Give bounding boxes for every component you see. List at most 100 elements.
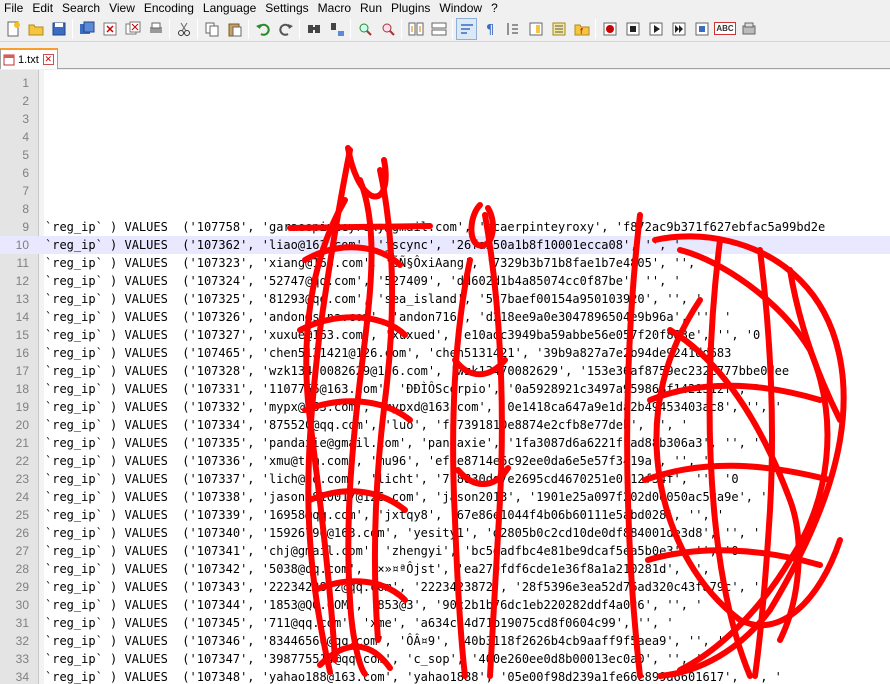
cut-button[interactable] [173,18,194,40]
editor-line[interactable]: 18 `reg_ip` ) VALUES ('107331', '1107756@… [0,380,890,398]
launch-button[interactable] [738,18,759,40]
line-text[interactable]: `reg_ip` ) VALUES ('107335', 'pandaxie@g… [45,434,760,452]
editor-line[interactable]: 34 `reg_ip` ) VALUES ('107348', 'yahao188… [0,668,890,684]
folder-workspace-button[interactable]: f [571,18,592,40]
find-button[interactable] [303,18,324,40]
editor-line[interactable]: 29 `reg_ip` ) VALUES ('107343', '22234238… [0,578,890,596]
line-text[interactable]: `reg_ip` ) VALUES ('107337', 'lich@qq.co… [45,470,739,488]
editor-line[interactable]: 10 `reg_ip` ) VALUES ('107362', 'liao@163… [0,236,890,254]
print-button[interactable] [145,18,166,40]
editor-line[interactable]: 20 `reg_ip` ) VALUES ('107334', '875520@q… [0,416,890,434]
line-text[interactable]: `reg_ip` ) VALUES ('107331', '1107756@16… [45,380,760,398]
line-text[interactable]: `reg_ip` ) VALUES ('107347', '398775514@… [45,650,702,668]
line-text[interactable]: `reg_ip` ) VALUES ('107332', 'mypx@163.c… [45,398,782,416]
editor-line[interactable]: 33 `reg_ip` ) VALUES ('107347', '39877551… [0,650,890,668]
word-wrap-button[interactable] [456,17,477,40]
copy-button[interactable] [201,18,222,40]
line-text[interactable]: `reg_ip` ) VALUES ('107325', '81293@qq.c… [45,290,702,308]
menu-macro[interactable]: Macro [314,1,356,16]
editor-line[interactable]: 28 `reg_ip` ) VALUES ('107342', '5038@qq.… [0,560,890,578]
zoom-in-button[interactable] [354,18,375,40]
line-text[interactable]: `reg_ip` ) VALUES ('107324', '52747@qq.c… [45,272,681,290]
replace-button[interactable] [326,18,347,40]
menu-plugins[interactable]: Plugins [387,1,435,16]
editor-line[interactable]: 14 `reg_ip` ) VALUES ('107326', 'andon@si… [0,308,890,326]
editor-line[interactable]: 23 `reg_ip` ) VALUES ('107337', 'lich@qq.… [0,470,890,488]
editor-line[interactable]: 19 `reg_ip` ) VALUES ('107332', 'mypx@163… [0,398,890,416]
undo-button[interactable] [252,18,273,40]
line-text[interactable]: `reg_ip` ) VALUES ('107326', 'andon@sina… [45,308,731,326]
menu-settings[interactable]: Settings [261,1,313,16]
line-text[interactable]: `reg_ip` ) VALUES ('107344', '1853@QQ.CO… [45,596,702,614]
zoom-out-button[interactable] [377,18,398,40]
menu-file[interactable]: File [0,1,28,16]
editor-line[interactable]: 11 `reg_ip` ) VALUES ('107323', 'xiang@16… [0,254,890,272]
menu-search[interactable]: Search [58,1,105,16]
paste-button[interactable] [224,18,245,40]
editor-line[interactable]: 26 `reg_ip` ) VALUES ('107340', '15926790… [0,524,890,542]
line-text[interactable]: `reg_ip` ) VALUES ('107758', 'garaeepint… [45,218,825,236]
editor-line[interactable]: 4 [0,128,890,146]
save-macro-button[interactable] [691,18,712,40]
line-text[interactable]: `reg_ip` ) VALUES ('107342', '5038@qq.co… [45,560,724,578]
editor-line[interactable]: 5 [0,146,890,164]
show-all-chars-button[interactable]: ¶ [479,18,500,40]
line-text[interactable]: `reg_ip` ) VALUES ('107340', '15926790@1… [45,524,760,542]
line-text[interactable]: `reg_ip` ) VALUES ('107336', 'xmu@tom.co… [45,452,710,470]
editor-line[interactable]: 21 `reg_ip` ) VALUES ('107335', 'pandaxie… [0,434,890,452]
close-all-button[interactable] [122,18,143,40]
line-text[interactable]: `reg_ip` ) VALUES ('107362', 'liao@163.c… [45,236,681,254]
editor-line[interactable]: 1 [0,74,890,92]
line-text[interactable]: `reg_ip` ) VALUES ('107339', '16958@qq.c… [45,506,724,524]
stop-record-button[interactable] [622,18,643,40]
editor-line[interactable]: 22 `reg_ip` ) VALUES ('107336', 'xmu@tom.… [0,452,890,470]
line-text[interactable]: `reg_ip` ) VALUES ('107328', 'wzk1347008… [45,362,789,380]
tab-1-txt[interactable]: 1.txt ✕ [0,48,58,69]
line-text[interactable]: `reg_ip` ) VALUES ('107343', '2223423872… [45,578,789,596]
play-macro-button[interactable] [645,18,666,40]
menu-language[interactable]: Language [199,1,261,16]
line-text[interactable]: `reg_ip` ) VALUES ('107346', '83446566@q… [45,632,724,650]
document-map-button[interactable] [525,18,546,40]
editor-line[interactable]: 9 `reg_ip` ) VALUES ('107758', 'garaeepin… [0,218,890,236]
line-text[interactable]: `reg_ip` ) VALUES ('107341', 'chj@gmail.… [45,542,739,560]
redo-button[interactable] [275,18,296,40]
new-file-button[interactable] [2,18,23,40]
editor-line[interactable]: 24 `reg_ip` ) VALUES ('107338', 'jason981… [0,488,890,506]
editor-line[interactable]: 6 [0,164,890,182]
save-button[interactable] [48,18,69,40]
menu-window[interactable]: Window [435,1,487,16]
editor-line[interactable]: 17 `reg_ip` ) VALUES ('107328', 'wzk13470… [0,362,890,380]
editor-line[interactable]: 13 `reg_ip` ) VALUES ('107325', '81293@qq… [0,290,890,308]
editor-line[interactable]: 31 `reg_ip` ) VALUES ('107345', '711@qq.c… [0,614,890,632]
menu-edit[interactable]: Edit [28,1,58,16]
menu-run[interactable]: Run [356,1,387,16]
line-text[interactable]: `reg_ip` ) VALUES ('107465', 'chen513142… [45,344,731,362]
editor-line[interactable]: 8 [0,200,890,218]
menu-view[interactable]: View [105,1,140,16]
editor-line[interactable]: 12 `reg_ip` ) VALUES ('107324', '52747@qq… [0,272,890,290]
editor-line[interactable]: 32 `reg_ip` ) VALUES ('107346', '83446566… [0,632,890,650]
menu-help[interactable]: ? [487,1,503,16]
line-text[interactable]: `reg_ip` ) VALUES ('107327', 'xuxue@163.… [45,326,760,344]
editor-line[interactable]: 15 `reg_ip` ) VALUES ('107327', 'xuxue@16… [0,326,890,344]
editor-line[interactable]: 2 [0,92,890,110]
sync-vertical-button[interactable] [405,18,426,40]
editor-lines[interactable]: 1 2 3 4 5 6 7 8 9 `reg_ip` ) VALUES ('107758', 'g… [0,74,890,684]
line-text[interactable]: `reg_ip` ) VALUES ('107338', 'jason98100… [45,488,767,506]
editor-line[interactable]: 30 `reg_ip` ) VALUES ('107344', '1853@QQ.… [0,596,890,614]
indent-guide-button[interactable] [502,18,523,40]
menu-encoding[interactable]: Encoding [140,1,199,16]
spellcheck-button[interactable]: ABC [714,18,736,40]
line-text[interactable]: `reg_ip` ) VALUES ('107345', '711@qq.com… [45,614,674,632]
open-file-button[interactable] [25,18,46,40]
record-macro-button[interactable] [599,18,620,40]
function-list-button[interactable] [548,18,569,40]
editor-line[interactable]: 16 `reg_ip` ) VALUES ('107465', 'chen5131… [0,344,890,362]
editor-line[interactable]: 25 `reg_ip` ) VALUES ('107339', '16958@qq… [0,506,890,524]
close-button[interactable] [99,18,120,40]
save-all-button[interactable] [76,18,97,40]
tab-close-icon[interactable]: ✕ [42,54,54,65]
line-text[interactable]: `reg_ip` ) VALUES ('107334', '875520@qq.… [45,416,688,434]
editor-line[interactable]: 27 `reg_ip` ) VALUES ('107341', 'chj@gmai… [0,542,890,560]
